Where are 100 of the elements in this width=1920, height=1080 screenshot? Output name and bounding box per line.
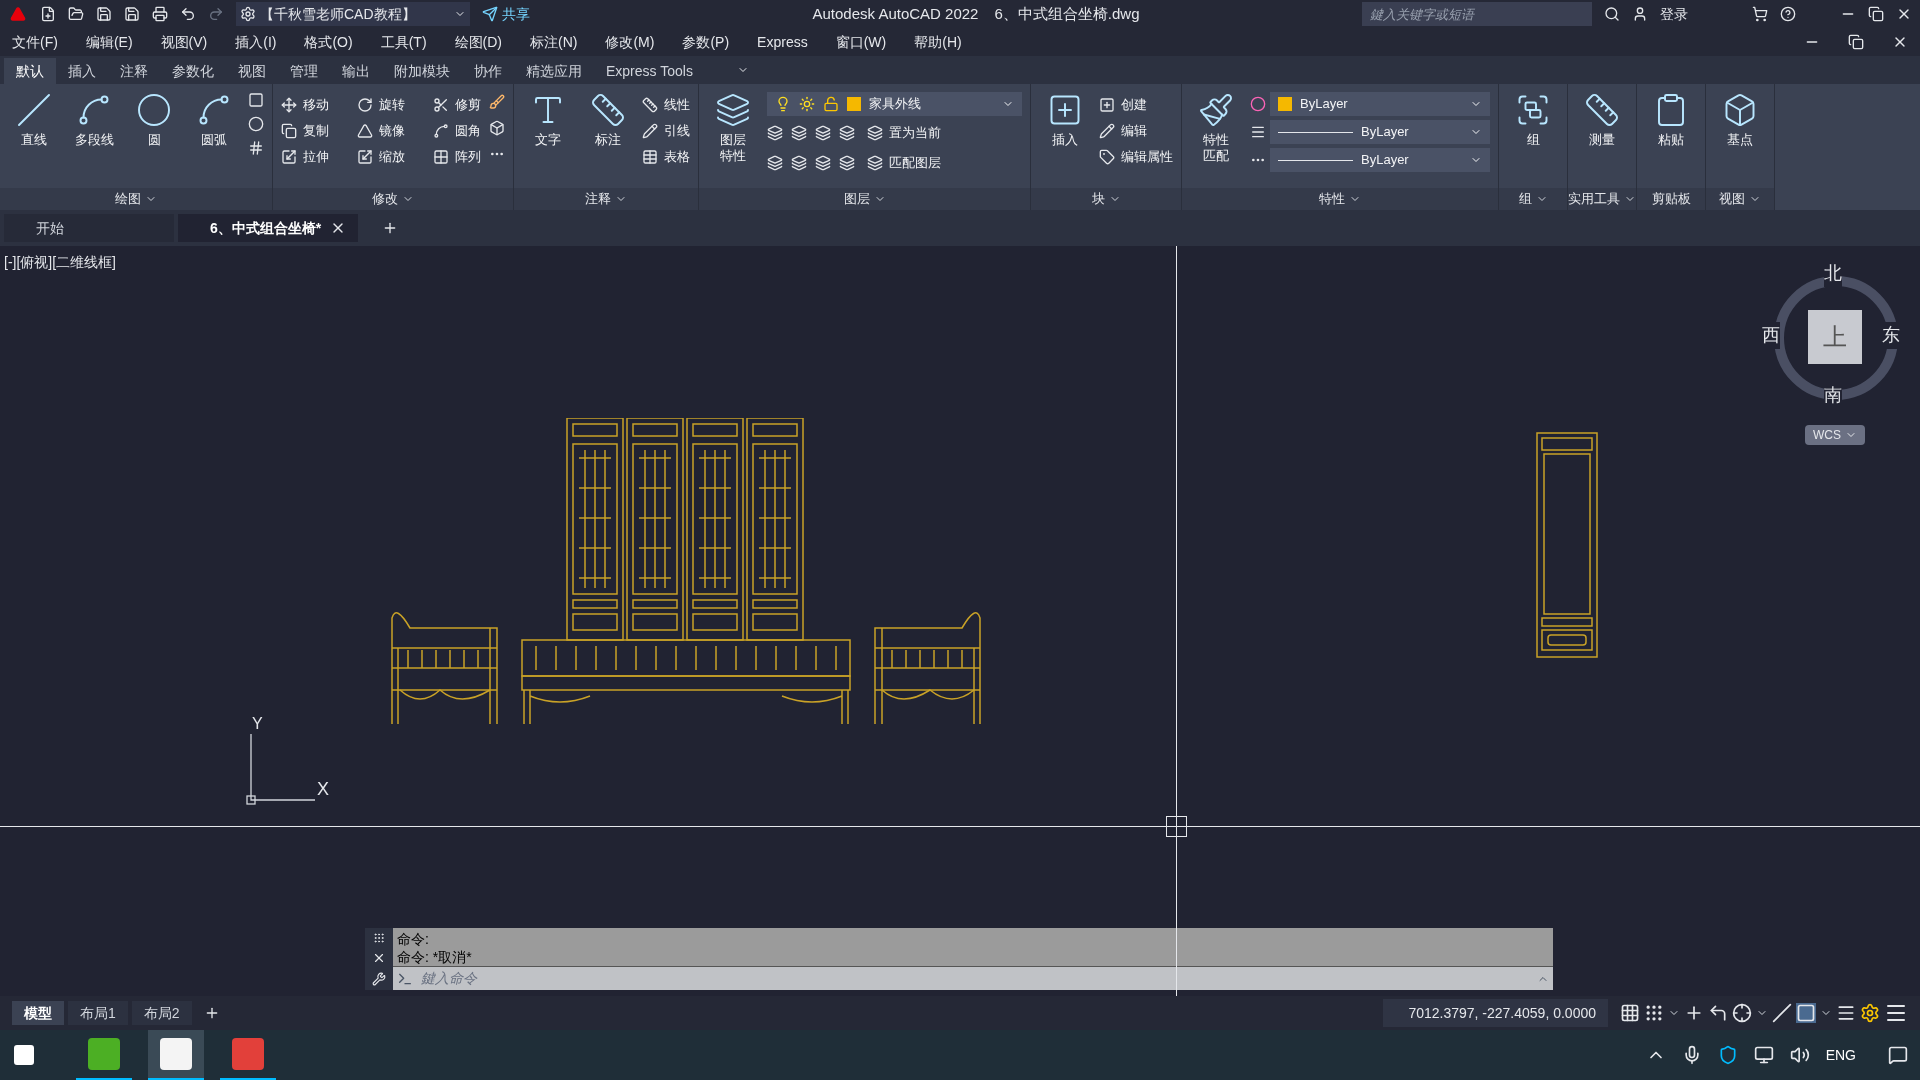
command-line-field[interactable]: 鍵入命令	[393, 966, 1553, 990]
panel-title[interactable]: 绘图	[115, 189, 141, 209]
save-icon[interactable]	[96, 6, 112, 22]
layer-tool-icon[interactable]	[767, 155, 783, 171]
ribbon-large-button[interactable]: 圆弧	[188, 88, 240, 149]
workspace-dropdown[interactable]: 【千秋雪老师CAD教程】	[236, 2, 470, 26]
wrench-icon[interactable]	[372, 972, 386, 986]
workspace-icon[interactable]	[1860, 1003, 1880, 1023]
ribbon-large-button[interactable]: 特性匹配	[1190, 88, 1242, 165]
ribbon-large-button[interactable]: 图层特性	[707, 88, 759, 165]
hatch-icon[interactable]	[248, 140, 264, 156]
menu-item[interactable]: 帮助(H)	[914, 31, 962, 53]
menu-item[interactable]: 格式(O)	[304, 31, 353, 53]
ribbon-large-button[interactable]: 文字	[522, 88, 574, 149]
ribbon-small-button[interactable]: 拉伸	[281, 144, 329, 170]
app-logo-icon[interactable]	[8, 4, 28, 24]
ribbon-small-button[interactable]: 置为当前	[867, 120, 941, 146]
print-icon[interactable]	[152, 6, 168, 22]
ribbon-small-button[interactable]: 创建	[1099, 92, 1173, 118]
search-icon[interactable]	[1604, 6, 1620, 22]
ribbon-large-button[interactable]: 粘贴	[1645, 88, 1697, 149]
menu-item[interactable]: 视图(V)	[160, 31, 208, 53]
ribbon-large-button[interactable]: 插入	[1039, 88, 1091, 149]
panel-title[interactable]: 图层	[843, 189, 870, 209]
menu-item[interactable]: 参数(P)	[682, 31, 730, 53]
viewcube-face[interactable]: 上	[1808, 310, 1862, 364]
menu-item[interactable]: Express	[757, 31, 808, 53]
property-dropdown[interactable]: ByLayer	[1270, 92, 1490, 116]
cart-icon[interactable]	[1752, 6, 1768, 22]
ribbon-small-button[interactable]: 阵列	[433, 144, 481, 170]
ribbon-tab[interactable]: 插入	[56, 58, 108, 84]
input-language[interactable]: ENG	[1825, 1044, 1856, 1066]
ribbon-small-button[interactable]: 复制	[281, 118, 329, 144]
lineweight-icon[interactable]	[1836, 1003, 1856, 1023]
restore-icon[interactable]	[1848, 34, 1864, 50]
snap-icon[interactable]	[1644, 1003, 1664, 1023]
viewport-label[interactable]: [-][俯视][二维线框]	[4, 252, 116, 273]
login-link[interactable]: 登录	[1660, 3, 1740, 25]
ribbon-tab[interactable]: 协作	[462, 58, 514, 84]
ribbon-small-button[interactable]: 移动	[281, 92, 329, 118]
layer-tool-icon[interactable]	[791, 155, 807, 171]
share-button[interactable]: 共享	[482, 3, 530, 25]
layer-tool-icon[interactable]	[767, 125, 783, 141]
brush-icon[interactable]	[489, 94, 505, 110]
ribbon-small-button[interactable]: 引线	[642, 118, 690, 144]
polar-icon[interactable]	[1732, 1003, 1752, 1023]
menu-item[interactable]: 窗口(W)	[835, 31, 887, 53]
panel-title[interactable]: 特性	[1319, 189, 1345, 209]
wcs-dropdown[interactable]: WCS	[1805, 425, 1865, 445]
document-tab[interactable]: 6、中式组合坐椅*	[178, 214, 358, 242]
cube-icon[interactable]	[489, 120, 505, 136]
menu-item[interactable]: 工具(T)	[380, 31, 427, 53]
layer-tool-icon[interactable]	[815, 155, 831, 171]
undo-icon[interactable]	[180, 6, 196, 22]
ribbon-tab[interactable]: 注释	[108, 58, 160, 84]
ribbon-small-button[interactable]: 旋转	[357, 92, 405, 118]
menu-item[interactable]: 插入(I)	[235, 31, 277, 53]
ribbon-large-button[interactable]: 测量	[1576, 88, 1628, 149]
ribbon-tab[interactable]: 视图	[226, 58, 278, 84]
add-tab-icon[interactable]	[382, 220, 398, 236]
redo-icon[interactable]	[208, 6, 224, 22]
viewcube-east[interactable]: 东	[1882, 322, 1900, 349]
property-dropdown[interactable]: ByLayer	[1270, 148, 1490, 172]
ribbon-large-button[interactable]: 基点	[1714, 88, 1766, 149]
ribbon-small-button[interactable]: 匹配图层	[867, 150, 941, 176]
ribbon-tab[interactable]: 精选应用	[514, 58, 594, 84]
grid-icon[interactable]	[1620, 1003, 1640, 1023]
ribbon-small-button[interactable]: 圆角	[433, 118, 481, 144]
layout-tab[interactable]: 布局2	[131, 1001, 192, 1025]
grip-icon[interactable]	[373, 932, 385, 944]
isometric-icon[interactable]	[1772, 1003, 1792, 1023]
restore-icon[interactable]	[1868, 6, 1884, 22]
ribbon-small-button[interactable]: 线性	[642, 92, 690, 118]
layer-tool-icon[interactable]	[839, 155, 855, 171]
layout-tab[interactable]: 布局1	[68, 1001, 128, 1025]
layer-tool-icon[interactable]	[815, 125, 831, 141]
ribbon-small-button[interactable]: 镜像	[357, 118, 405, 144]
network-icon[interactable]	[1753, 1045, 1774, 1065]
save-as-icon[interactable]	[124, 6, 140, 22]
coordinates-readout[interactable]: 7012.3797, -227.4059, 0.0000	[1383, 999, 1608, 1027]
menu-item[interactable]: 绘图(D)	[454, 31, 502, 53]
ribbon-small-button[interactable]: 编辑	[1099, 118, 1173, 144]
ortho-icon[interactable]	[1708, 1003, 1728, 1023]
layer-tool-icon[interactable]	[791, 125, 807, 141]
ribbon-large-button[interactable]: 圆	[128, 88, 180, 149]
layout-tab[interactable]: 模型	[12, 1001, 64, 1025]
help-icon[interactable]	[1780, 6, 1796, 22]
command-input-field[interactable]: 鍵入命令	[421, 968, 1529, 989]
ribbon-tab[interactable]: 参数化	[160, 58, 226, 84]
viewcube-west[interactable]: 西	[1762, 322, 1780, 349]
ribbon-large-button[interactable]: 标注	[582, 88, 634, 149]
volume-icon[interactable]	[1789, 1045, 1810, 1065]
ribbon-small-button[interactable]: 表格	[642, 144, 690, 170]
panel-title[interactable]: 修改	[372, 189, 398, 209]
panel-title[interactable]: 块	[1091, 189, 1105, 209]
menu-item[interactable]: 文件(F)	[12, 31, 58, 53]
panel-title[interactable]: 组	[1518, 189, 1532, 209]
ribbon-small-button[interactable]: 编辑属性	[1099, 144, 1173, 170]
new-file-icon[interactable]	[40, 6, 56, 22]
taskbar-app-button[interactable]	[148, 1030, 204, 1080]
